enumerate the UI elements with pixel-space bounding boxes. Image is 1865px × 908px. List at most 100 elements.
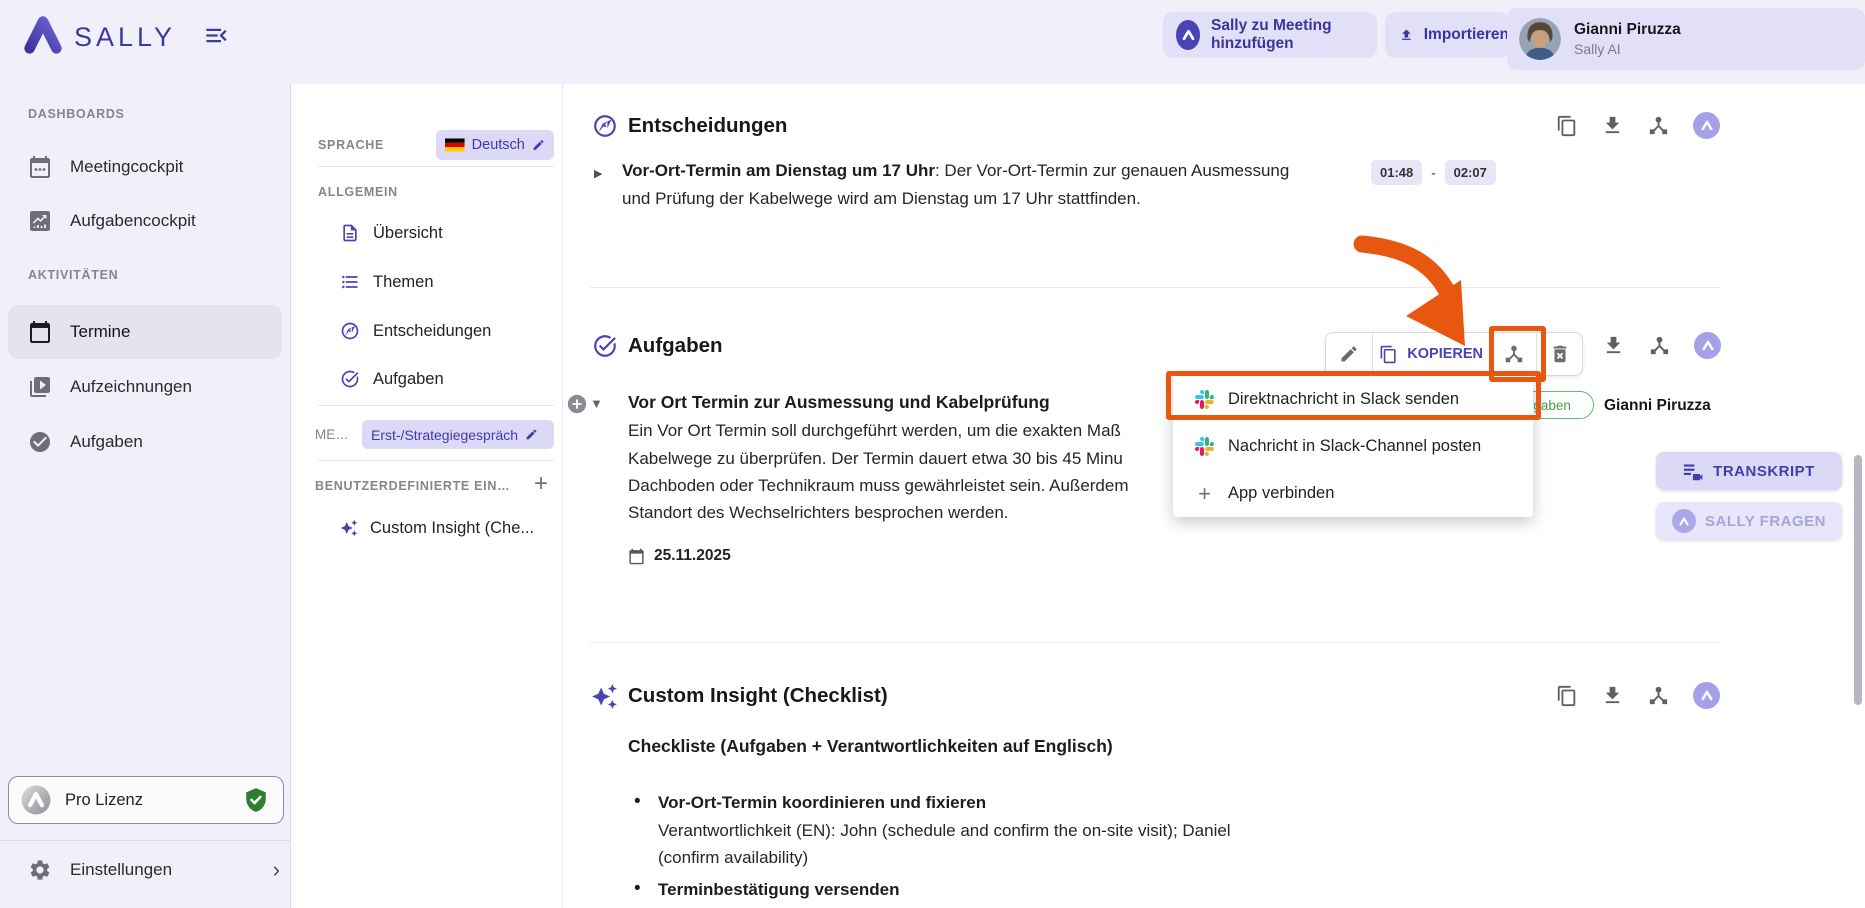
sally-logo-icon	[20, 11, 66, 57]
integrations-hub-icon[interactable]	[1648, 334, 1671, 357]
video-library-icon	[28, 375, 52, 399]
sidebar-item-aufgabencockpit[interactable]: Aufgabencockpit	[28, 201, 196, 241]
task-check-icon	[592, 333, 618, 359]
sidebar-item-termine[interactable]: Termine	[28, 312, 130, 352]
german-flag-icon	[445, 138, 465, 152]
add-sally-to-meeting-button[interactable]: Sally zu Meeting hinzufügen	[1163, 12, 1377, 58]
bullet-dot: •	[634, 791, 641, 813]
sidebar-footer-divider	[0, 840, 290, 841]
due-date: 25.11.2025	[654, 547, 731, 565]
bullet-line: Verantwortlichkeit (EN): John (schedule …	[658, 821, 1231, 841]
collapse-sidebar-icon[interactable]	[203, 22, 230, 49]
general-label: ALLGEMEIN	[318, 185, 398, 199]
sub-item-entscheidungen[interactable]: Entscheidungen	[340, 318, 491, 344]
sidebar-item-aufzeichnungen[interactable]: Aufzeichnungen	[28, 367, 192, 407]
sub-item-label: Aufgaben	[373, 370, 444, 389]
calendar-icon	[28, 320, 52, 344]
integrations-hub-icon[interactable]	[1647, 684, 1670, 707]
transcript-icon	[1683, 461, 1704, 482]
ask-sally-icon[interactable]	[1693, 112, 1720, 139]
sally-badge-icon	[19, 783, 53, 817]
language-label: SPRACHE	[318, 138, 384, 152]
download-icon[interactable]	[1601, 684, 1624, 707]
sub-item-aufgaben[interactable]: Aufgaben	[340, 366, 444, 392]
sidebar-item-label: Einstellungen	[70, 860, 172, 880]
menu-item-label: App verbinden	[1228, 484, 1334, 503]
timestamp-range: 01:48 - 02:07	[1371, 160, 1496, 185]
timestamp-separator: -	[1431, 165, 1435, 180]
meeting-sub-sidebar	[291, 84, 562, 908]
decision-item-line1: Vor-Ort-Termin am Dienstag um 17 Uhr: De…	[622, 161, 1289, 181]
insight-subtitle: Checkliste (Aufgaben + Verantwortlichkei…	[628, 736, 1113, 757]
tasks-section-title: Aufgaben	[628, 334, 723, 358]
sidebar-item-meetingcockpit[interactable]: Meetingcockpit	[28, 147, 183, 187]
task-body-line: Dachboden oder Technikraum muss gewährle…	[628, 476, 1129, 496]
edit-pencil-icon[interactable]	[532, 138, 545, 152]
dashboards-section-label: DASHBOARDS	[28, 107, 125, 121]
timestamp-start[interactable]: 01:48	[1371, 160, 1422, 185]
divider	[318, 460, 554, 461]
divider	[318, 166, 554, 167]
ask-sally-icon[interactable]	[1693, 682, 1720, 709]
import-button[interactable]: Importieren	[1385, 12, 1509, 58]
task-body-line: Kabelwege zu überprüfen. Der Termin daue…	[628, 449, 1123, 469]
bullet-title: Terminbestätigung versenden	[658, 880, 900, 900]
due-date-row: 25.11.2025	[628, 547, 731, 565]
bullet-dot: •	[634, 878, 641, 900]
copy-icon[interactable]	[1556, 115, 1578, 137]
brand-name: SALLY	[74, 22, 176, 53]
chevron-right-icon: ›	[273, 857, 280, 883]
sidebar-item-label: Termine	[70, 322, 130, 342]
sub-item-custom-insight[interactable]: Custom Insight (Che...	[340, 515, 534, 541]
task-title: Vor Ort Termin zur Ausmessung und Kabelp…	[628, 392, 1050, 413]
transcript-button[interactable]: TRANSKRIPT	[1656, 452, 1842, 490]
sally-icon	[1176, 20, 1200, 50]
custom-insights-label: BENUTZERDEFINIERTE EIN…	[315, 479, 510, 493]
language-chip[interactable]: Deutsch	[436, 130, 554, 160]
sub-item-label: Themen	[373, 273, 434, 292]
license-badge[interactable]: Pro Lizenz	[8, 776, 284, 824]
integrations-hub-icon[interactable]	[1647, 114, 1670, 137]
divider	[318, 405, 554, 406]
edit-pencil-icon[interactable]	[525, 428, 538, 441]
ask-sally-icon[interactable]	[1694, 332, 1721, 359]
user-menu[interactable]: Gianni Piruzza Sally AI	[1507, 8, 1865, 70]
add-task-icon[interactable]	[566, 393, 588, 415]
sidebar-item-aufgaben[interactable]: Aufgaben	[28, 422, 143, 462]
copy-icon[interactable]	[1556, 685, 1578, 707]
sub-item-label: Entscheidungen	[373, 322, 491, 341]
user-subtitle: Sally AI	[1574, 41, 1681, 57]
sub-item-themen[interactable]: Themen	[340, 269, 434, 295]
expand-chevron-icon[interactable]: ▶	[594, 167, 602, 180]
decisions-section-title: Entscheidungen	[628, 114, 787, 138]
download-icon[interactable]	[1601, 114, 1624, 137]
chart-icon	[28, 209, 52, 233]
ask-sally-label: SALLY FRAGEN	[1705, 513, 1826, 530]
add-custom-insight-button[interactable]: +	[534, 470, 548, 498]
ask-sally-button[interactable]: SALLY FRAGEN	[1656, 502, 1842, 540]
scrollbar-thumb[interactable]	[1854, 455, 1862, 705]
add-sally-label: Sally zu Meeting hinzufügen	[1211, 17, 1377, 53]
sparkles-icon	[591, 683, 618, 710]
menu-item-connect-app[interactable]: + App verbinden	[1173, 470, 1533, 517]
calendar-dots-icon	[28, 155, 52, 179]
meeting-type-label: ME…	[315, 427, 349, 442]
meeting-type-value: Erst-/Strategiegespräch	[371, 427, 518, 443]
task-assignee: Gianni Piruzza	[1604, 397, 1711, 415]
timestamp-end[interactable]: 02:07	[1445, 160, 1496, 185]
annotation-highlight-menu-item	[1166, 371, 1541, 420]
task-body-line: Standort des Wechselrichters besprochen …	[628, 503, 1009, 523]
sally-icon	[1672, 509, 1696, 533]
sub-item-uebersicht[interactable]: Übersicht	[340, 220, 443, 246]
menu-item-slack-channel[interactable]: Nachricht in Slack-Channel posten	[1173, 423, 1533, 470]
app-window: SALLY DASHBOARDS Meetingcockpit Aufgaben…	[0, 0, 1865, 908]
annotation-arrow	[1340, 218, 1500, 378]
shield-check-icon	[243, 787, 269, 813]
check-circle-icon	[28, 430, 52, 454]
download-icon[interactable]	[1602, 334, 1625, 357]
sidebar-item-einstellungen[interactable]: Einstellungen ›	[28, 850, 268, 890]
menu-item-label: Nachricht in Slack-Channel posten	[1228, 437, 1481, 456]
meeting-type-chip[interactable]: Erst-/Strategiegespräch	[362, 420, 554, 449]
compass-icon	[592, 113, 618, 139]
collapse-chevron-icon[interactable]: ▼	[590, 396, 603, 411]
